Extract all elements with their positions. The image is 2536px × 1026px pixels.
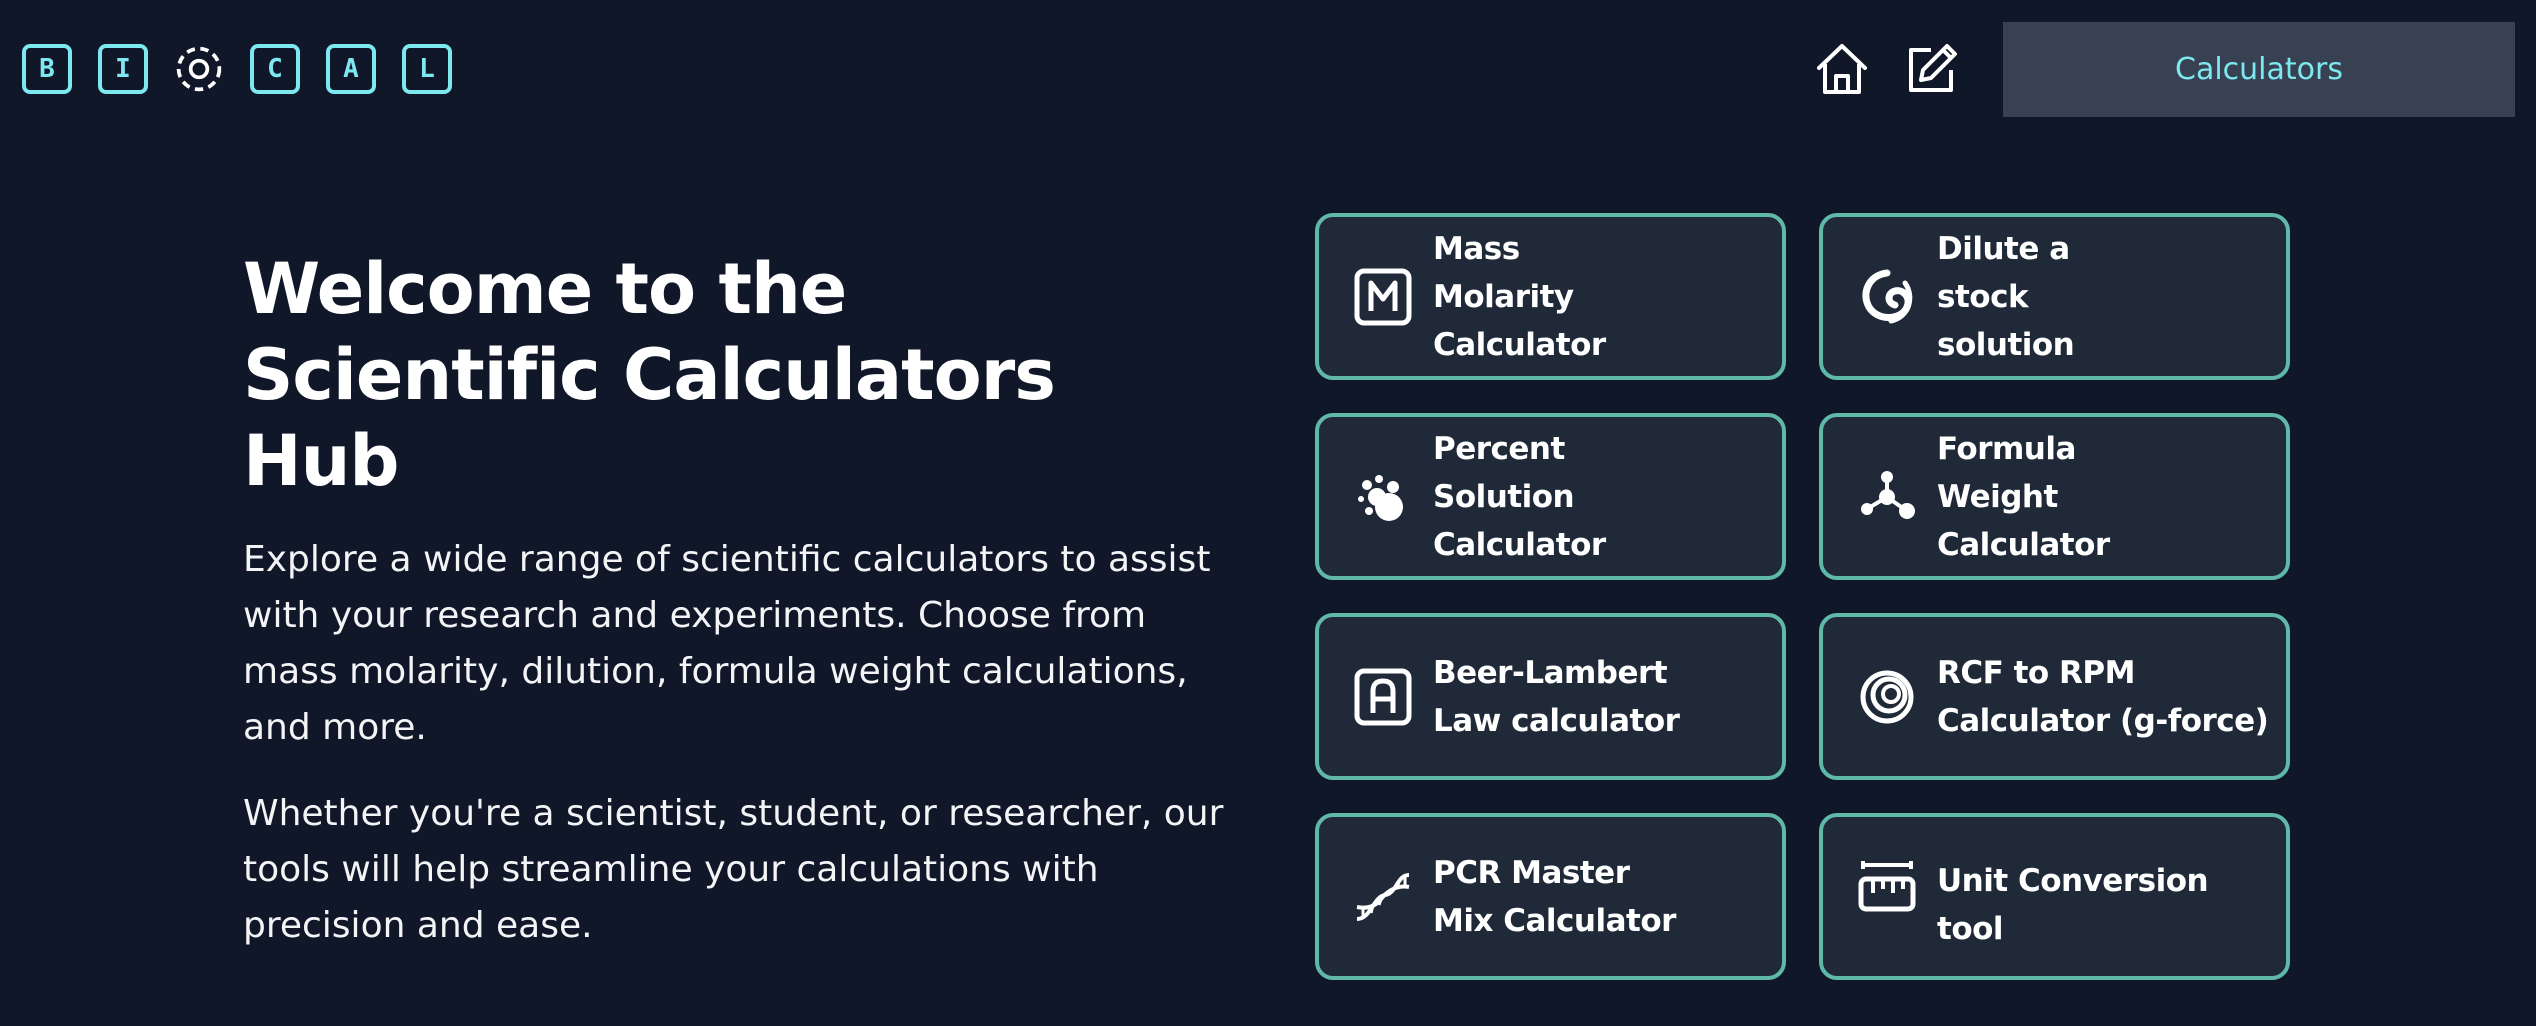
formula-weight-card[interactable]: Formula Weight Calculator [1819, 413, 2290, 580]
rcf-rpm-card[interactable]: RCF to RPM Calculator (g-force) [1819, 613, 2290, 780]
calculator-grid: Mass Molarity Calculator Dilute a stock … [1315, 213, 2290, 980]
secondary-paragraph: Whether you're a scientist, student, or … [243, 793, 1224, 946]
card-label: Mass Molarity Calculator [1433, 230, 1606, 363]
intro-paragraph: Explore a wide range of scientific calcu… [243, 539, 1211, 748]
beer-lambert-card[interactable]: Beer-Lambert Law calculator [1315, 613, 1786, 780]
swirl-icon [1857, 267, 1917, 327]
spiral-icon [1857, 667, 1917, 727]
logo-letter-b: B [22, 44, 72, 94]
mass-molarity-card[interactable]: Mass Molarity Calculator [1315, 213, 1786, 380]
logo-letter-i: I [98, 44, 148, 94]
a-box-icon [1353, 667, 1413, 727]
hero-section: Welcome to the Scientific Calculators Hu… [243, 246, 1243, 954]
m-box-icon [1353, 267, 1413, 327]
logo-letter-a: A [326, 44, 376, 94]
atom-icon [174, 44, 224, 94]
logo-letter-l: L [402, 44, 452, 94]
edit-icon[interactable] [1903, 40, 1961, 98]
ruler-icon [1857, 857, 1917, 917]
pcr-master-mix-card[interactable]: PCR Master Mix Calculator [1315, 813, 1786, 980]
percent-solution-card[interactable]: Percent Solution Calculator [1315, 413, 1786, 580]
dilute-stock-card[interactable]: Dilute a stock solution [1819, 213, 2290, 380]
card-label: Beer-Lambert Law calculator [1433, 654, 1680, 739]
page-title: Welcome to the Scientific Calculators Hu… [243, 248, 1056, 502]
card-label: PCR Master Mix Calculator [1433, 854, 1676, 939]
card-label: Dilute a stock solution [1937, 230, 2075, 363]
home-icon[interactable] [1813, 40, 1871, 98]
card-label: RCF to RPM Calculator (g-force) [1937, 654, 2269, 739]
dna-icon [1353, 867, 1413, 927]
card-label: Formula Weight Calculator [1937, 430, 2110, 563]
bubbles-icon [1353, 467, 1413, 527]
card-label: Percent Solution Calculator [1433, 430, 1606, 563]
card-label: Unit Conversion tool [1937, 863, 2209, 947]
logo[interactable]: B I C A L [22, 44, 452, 94]
logo-letter-c: C [250, 44, 300, 94]
calculators-button[interactable]: Calculators [2003, 22, 2515, 117]
molecule-icon [1857, 467, 1917, 527]
unit-conversion-card[interactable]: Unit Conversion tool [1819, 813, 2290, 980]
page: B I C A L Calculators Welcome to the Sci… [0, 0, 2536, 1026]
